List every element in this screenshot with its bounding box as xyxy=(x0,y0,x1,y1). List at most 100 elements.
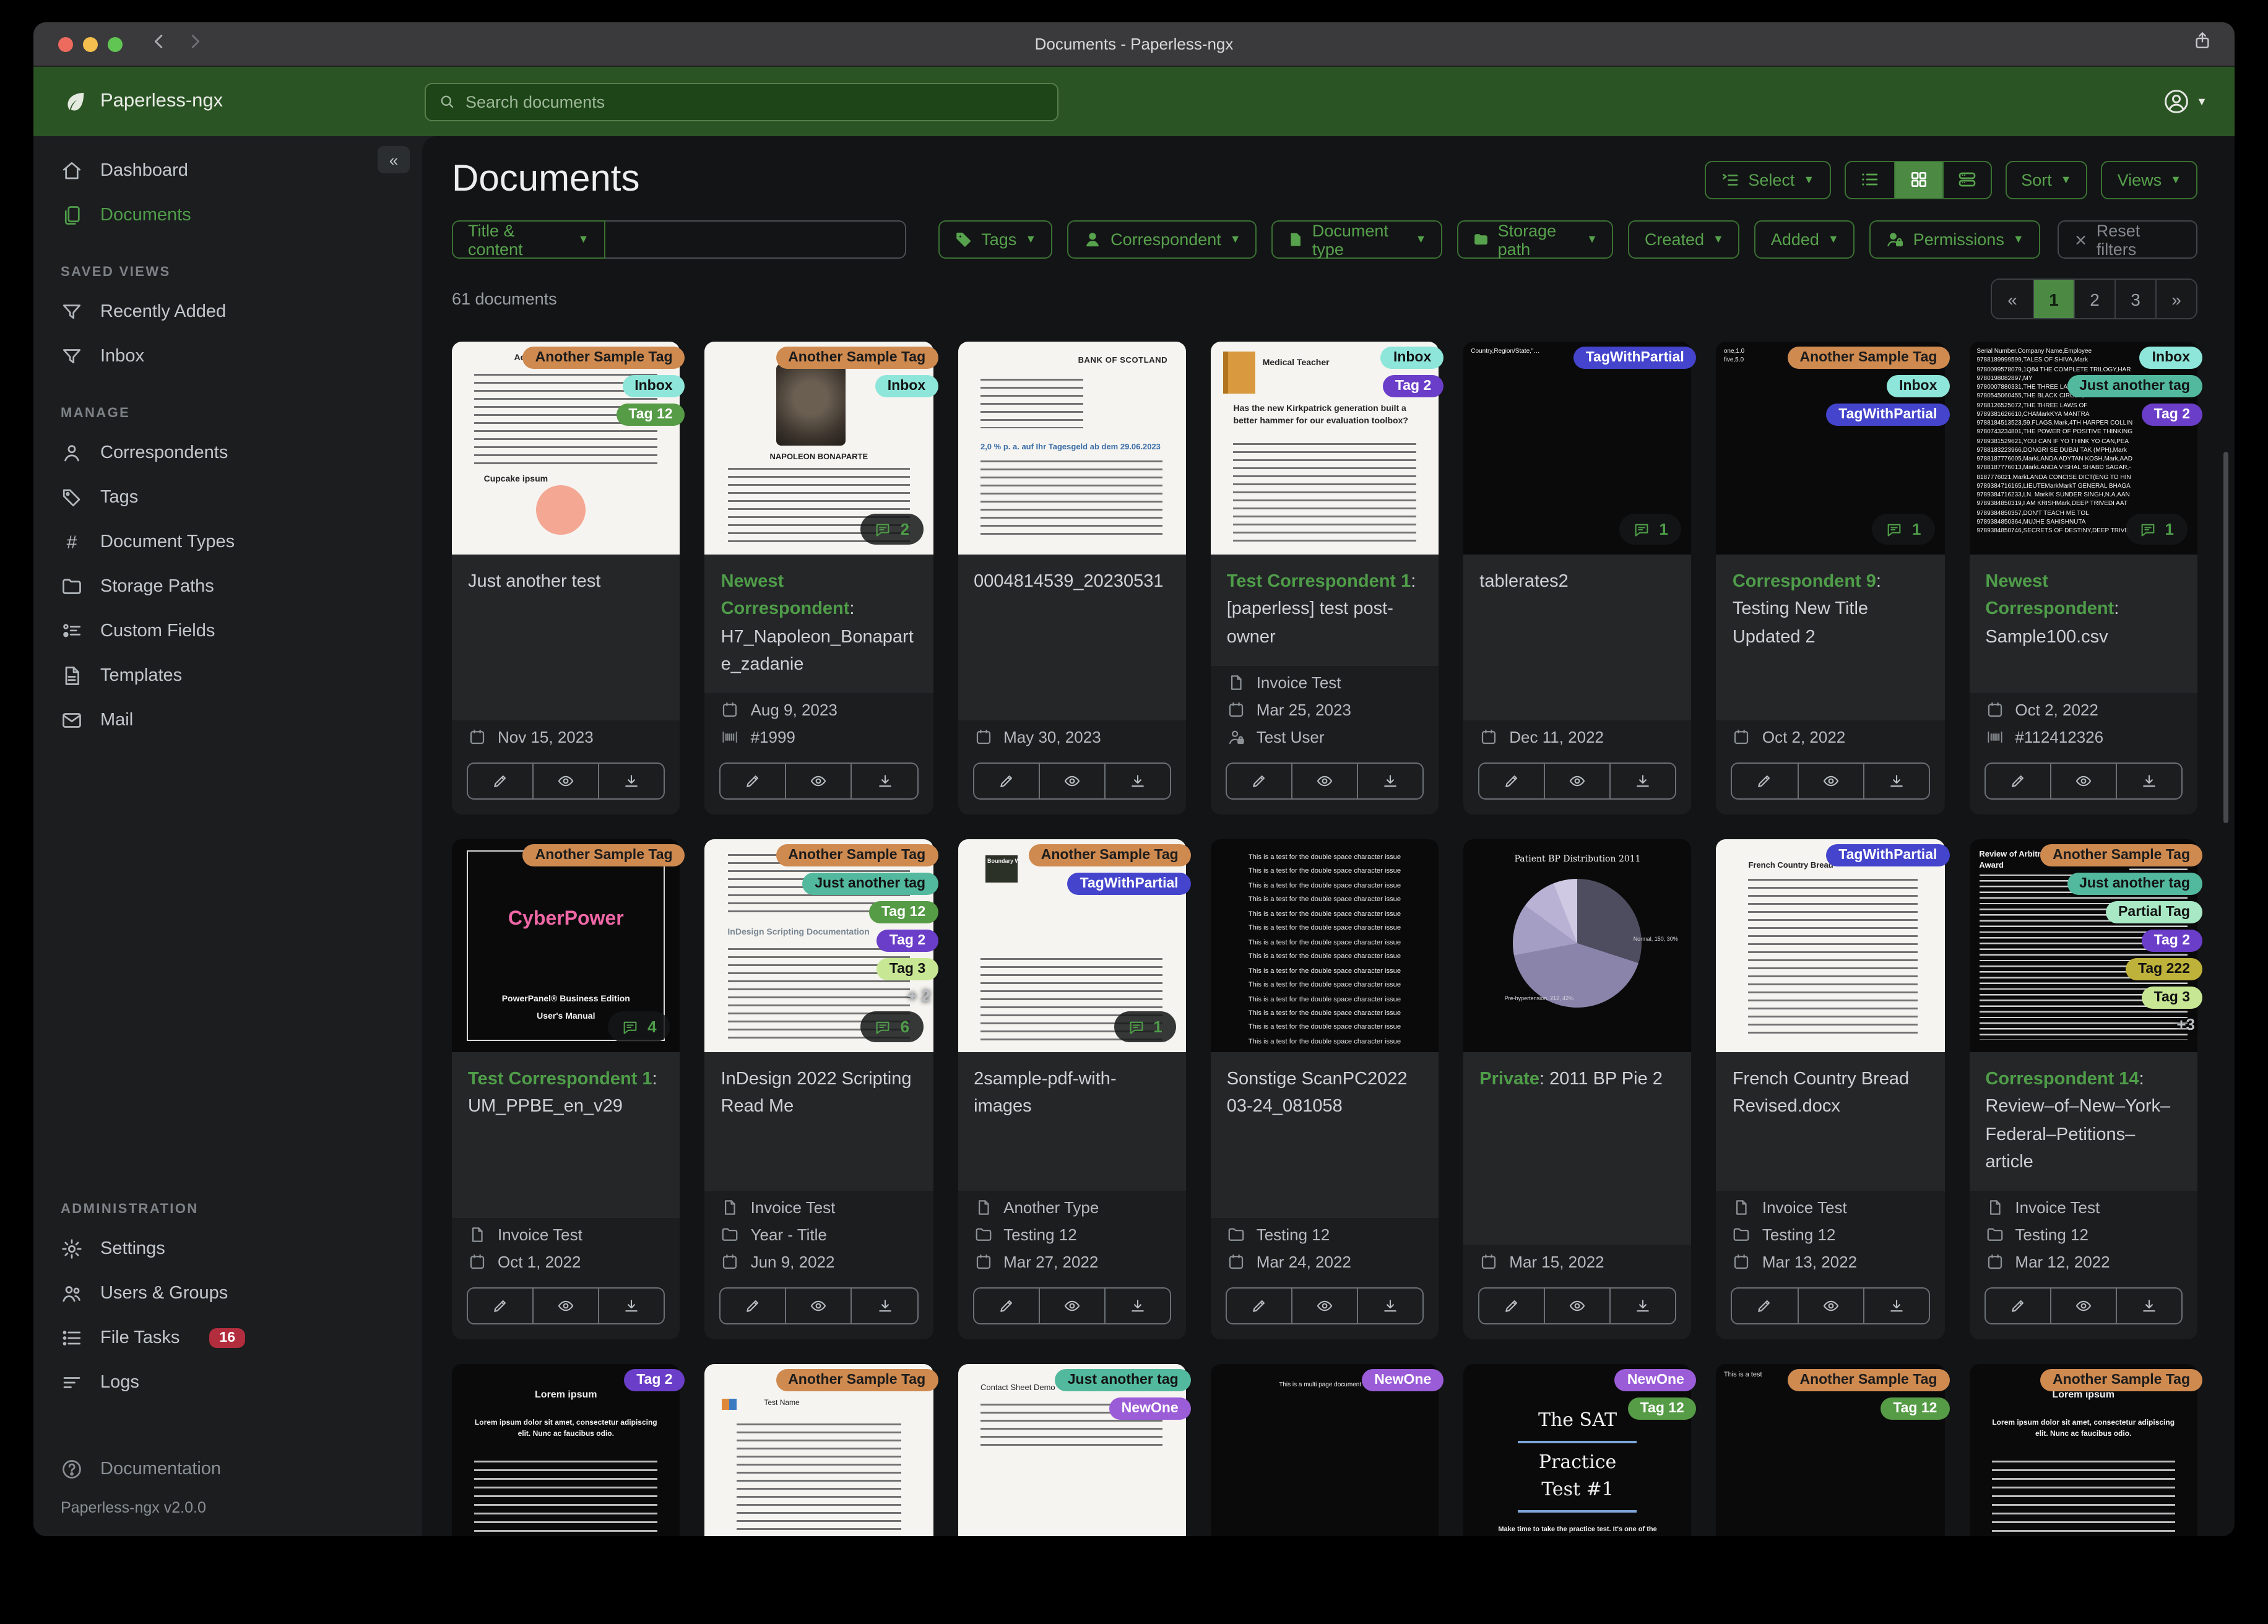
document-thumbnail[interactable]: Patient BP Distribution 2011 Normal, 150,… xyxy=(1463,839,1692,1052)
view-button[interactable] xyxy=(1038,1288,1104,1323)
download-button[interactable] xyxy=(850,764,917,798)
sidebar-item-correspondents[interactable]: Correspondents xyxy=(33,431,422,475)
tag-pill[interactable]: Another Sample Tag xyxy=(522,347,685,369)
sidebar-item-inbox[interactable]: Inbox xyxy=(33,334,422,379)
select-button[interactable]: Select ▼ xyxy=(1705,160,1831,199)
tag-pill[interactable]: Another Sample Tag xyxy=(2040,844,2202,866)
tag-pill[interactable]: Tag 2 xyxy=(876,930,938,952)
document-thumbnail[interactable]: Serial Number,Company Name,Employee 9788… xyxy=(1969,342,2202,555)
download-button[interactable] xyxy=(1357,1288,1422,1323)
comment-count-badge[interactable]: 6 xyxy=(860,1011,924,1042)
tag-pill[interactable]: Tag 12 xyxy=(868,901,938,923)
download-button[interactable] xyxy=(598,1288,664,1323)
sidebar-item-storage-paths[interactable]: Storage Paths xyxy=(33,564,422,609)
document-thumbnail[interactable]: Test Name Another Sample Tag xyxy=(704,1363,938,1536)
document-thumbnail[interactable]: Contact Sheet Demo Just another tag NewOne xyxy=(958,1363,1191,1536)
view-button[interactable] xyxy=(532,764,598,798)
document-title[interactable]: Test Correspondent 1: [paperless] test p… xyxy=(1210,555,1439,666)
document-thumbnail[interactable]: Adobe Acrobat PDF FilesCupcake ipsumAnot… xyxy=(452,342,685,555)
edit-button[interactable] xyxy=(721,1289,786,1323)
document-title[interactable]: tablerates2 xyxy=(1463,555,1692,720)
edit-button[interactable] xyxy=(1227,1289,1291,1323)
document-title[interactable]: Newest Correspondent: H7_Napoleon_Bonapa… xyxy=(704,555,933,693)
app-brand[interactable]: Paperless-ngx xyxy=(63,89,425,114)
document-thumbnail[interactable]: Lorem ipsum Lorem ipsum dolor sit amet, c… xyxy=(452,1363,685,1536)
pagination-page-3[interactable]: 3 xyxy=(2114,280,2155,318)
tag-pill[interactable]: Tag 3 xyxy=(2141,987,2202,1009)
view-button[interactable] xyxy=(1797,764,1863,798)
sidebar-item-dashboard[interactable]: Dashboard xyxy=(33,149,422,193)
correspondent-link[interactable]: Newest Correspondent xyxy=(721,572,850,620)
edit-button[interactable] xyxy=(1479,1289,1544,1323)
pagination-page-2[interactable]: 2 xyxy=(2074,280,2114,318)
edit-button[interactable] xyxy=(1227,764,1291,798)
edit-button[interactable] xyxy=(1733,1289,1797,1323)
document-thumbnail[interactable]: Boundary Waters Trip Another Sample Tag Ta… xyxy=(958,839,1191,1052)
document-thumbnail[interactable]: This is a test for the double space char… xyxy=(1210,839,1439,1052)
tag-pill[interactable]: Tag 2 xyxy=(624,1368,685,1391)
sidebar-item-users-groups[interactable]: Users & Groups xyxy=(33,1271,422,1316)
tag-pill[interactable]: Tag 12 xyxy=(1881,1397,1950,1420)
tag-pill[interactable]: Another Sample Tag xyxy=(522,844,685,866)
search-input[interactable] xyxy=(465,92,1045,111)
view-button[interactable] xyxy=(1291,764,1357,798)
download-button[interactable] xyxy=(598,764,664,798)
view-button[interactable] xyxy=(1544,1288,1609,1323)
tag-pill[interactable]: Tag 3 xyxy=(876,958,938,980)
tag-pill[interactable]: Tag 12 xyxy=(1627,1397,1697,1420)
document-thumbnail[interactable]: Review of Arbitral Awards Certainty of A… xyxy=(1969,839,2202,1052)
view-grid-button[interactable] xyxy=(1894,162,1942,197)
tag-pill[interactable]: Another Sample Tag xyxy=(1787,347,1950,369)
download-button[interactable] xyxy=(1863,1288,1928,1323)
tag-pill[interactable]: Another Sample Tag xyxy=(1028,844,1191,866)
view-detail-button[interactable] xyxy=(1942,162,1990,197)
view-list-button[interactable] xyxy=(1845,162,1894,197)
download-button[interactable] xyxy=(1863,764,1928,798)
tag-pill[interactable]: NewOne xyxy=(1362,1368,1444,1391)
document-thumbnail[interactable]: This is a multi page document. Page 1. Ne… xyxy=(1210,1363,1444,1536)
pagination-prev-button[interactable]: « xyxy=(1992,280,2033,318)
sidebar-item-tags[interactable]: Tags xyxy=(33,475,422,520)
view-button[interactable] xyxy=(532,1288,598,1323)
edit-button[interactable] xyxy=(468,764,532,798)
sidebar-item-documents[interactable]: Documents xyxy=(33,193,422,238)
view-button[interactable] xyxy=(785,764,851,798)
download-button[interactable] xyxy=(1357,764,1422,798)
tag-pill[interactable]: Tag 222 xyxy=(2126,958,2202,980)
document-thumbnail[interactable]: Medical Teacher Has the new Kirkpatrick g… xyxy=(1210,342,1444,555)
view-button[interactable] xyxy=(785,1288,851,1323)
tag-pill[interactable]: Inbox xyxy=(1887,375,1950,397)
tag-pill[interactable]: TagWithPartial xyxy=(1067,873,1191,895)
document-title[interactable]: Just another test xyxy=(452,555,680,720)
correspondent-link[interactable]: Correspondent 9 xyxy=(1733,572,1876,592)
document-thumbnail[interactable]: Country,Region/State,"… TagWithPartial 1 xyxy=(1463,342,1697,555)
tag-pill[interactable]: TagWithPartial xyxy=(1826,404,1950,426)
tag-pill[interactable]: Just another tag xyxy=(1055,1368,1191,1391)
sidebar-item-documentation[interactable]: Documentation xyxy=(33,1447,422,1492)
share-icon[interactable] xyxy=(2192,31,2212,57)
document-thumbnail[interactable]: NAPOLEON BONAPARTE Another Sample Tag Inbo… xyxy=(704,342,938,555)
document-thumbnail[interactable]: French Country Bread TagWithPartial xyxy=(1716,839,1950,1052)
tag-pill[interactable]: Inbox xyxy=(1380,347,1444,369)
download-button[interactable] xyxy=(1104,1288,1170,1323)
document-title[interactable]: Sonstige ScanPC2022 03-24_081058 xyxy=(1210,1052,1439,1218)
tag-pill[interactable]: Tag 2 xyxy=(1382,375,1444,397)
view-button[interactable] xyxy=(2049,1288,2116,1323)
comment-count-badge[interactable]: 1 xyxy=(2125,514,2188,545)
edit-button[interactable] xyxy=(1733,764,1797,798)
document-title[interactable]: 0004814539_20230531 xyxy=(958,555,1186,720)
tag-pill[interactable]: Inbox xyxy=(2139,347,2202,369)
views-button[interactable]: Views ▼ xyxy=(2101,160,2197,199)
edit-button[interactable] xyxy=(974,764,1038,798)
document-title[interactable]: Test Correspondent 1: UM_PPBE_en_v29 xyxy=(452,1052,680,1218)
scrollbar[interactable] xyxy=(2223,452,2228,823)
correspondent-link[interactable]: Private xyxy=(1479,1069,1539,1089)
sidebar-item-settings[interactable]: Settings xyxy=(33,1227,422,1271)
document-title[interactable]: 2sample-pdf-with-images xyxy=(958,1052,1186,1191)
tag-pill[interactable]: Tag 2 xyxy=(2141,404,2202,426)
tag-pill[interactable]: TagWithPartial xyxy=(1573,347,1697,369)
document-thumbnail[interactable]: CyberPower PowerPanel® Business Edition Us… xyxy=(452,839,685,1052)
sidebar-item-document-types[interactable]: # Document Types xyxy=(33,520,422,564)
tag-pill[interactable]: Just another tag xyxy=(2067,873,2202,895)
document-title[interactable]: Private: 2011 BP Pie 2 xyxy=(1463,1052,1692,1245)
